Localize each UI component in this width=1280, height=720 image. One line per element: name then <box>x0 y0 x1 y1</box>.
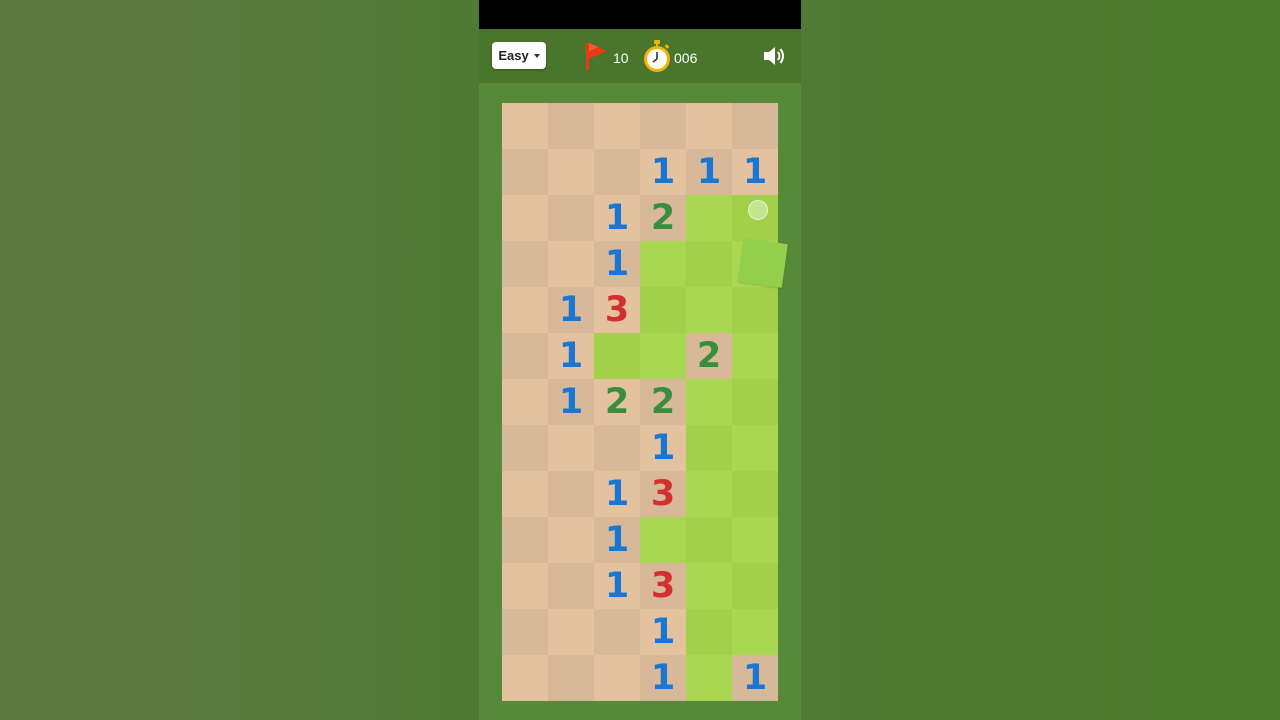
revealed-number-cell: 1 <box>640 609 686 655</box>
revealed-empty-cell <box>548 103 594 149</box>
flag-icon <box>586 43 607 70</box>
revealed-number-cell: 1 <box>594 195 640 241</box>
hidden-cell[interactable] <box>732 517 778 563</box>
revealed-number-cell: 1 <box>594 517 640 563</box>
revealed-number-cell: 1 <box>732 149 778 195</box>
revealed-empty-cell <box>594 655 640 701</box>
revealed-number-cell: 1 <box>548 287 594 333</box>
revealed-empty-cell <box>640 103 686 149</box>
hidden-cell[interactable] <box>732 287 778 333</box>
minefield-board[interactable]: 1111211312122113113111 <box>502 103 778 701</box>
stopwatch-icon <box>644 40 670 72</box>
hidden-cell[interactable] <box>686 195 732 241</box>
hidden-cell[interactable] <box>732 425 778 471</box>
revealed-empty-cell <box>594 609 640 655</box>
revealed-empty-cell <box>548 425 594 471</box>
revealed-number-cell: 3 <box>640 471 686 517</box>
difficulty-label: Easy <box>498 48 529 63</box>
revealed-empty-cell <box>502 103 548 149</box>
revealed-number-cell: 3 <box>594 287 640 333</box>
game-container: Easy 10 006 1111211312122113113111 <box>479 0 801 720</box>
hidden-cell[interactable] <box>686 517 732 563</box>
hidden-cell[interactable] <box>686 287 732 333</box>
revealed-empty-cell <box>502 195 548 241</box>
revealed-empty-cell <box>548 609 594 655</box>
hidden-cell[interactable] <box>732 333 778 379</box>
hidden-cell[interactable] <box>640 333 686 379</box>
revealed-number-cell: 3 <box>640 563 686 609</box>
revealed-empty-cell <box>548 195 594 241</box>
hidden-cell[interactable] <box>640 517 686 563</box>
chevron-down-icon <box>533 53 540 58</box>
revealed-number-cell: 1 <box>640 425 686 471</box>
revealed-empty-cell <box>594 149 640 195</box>
revealed-empty-cell <box>548 241 594 287</box>
revealed-empty-cell <box>502 425 548 471</box>
revealed-number-cell: 2 <box>594 379 640 425</box>
revealed-empty-cell <box>732 103 778 149</box>
hidden-cell[interactable] <box>686 241 732 287</box>
hidden-cell[interactable] <box>686 563 732 609</box>
revealed-empty-cell <box>502 333 548 379</box>
hidden-cell[interactable] <box>640 287 686 333</box>
revealed-empty-cell <box>502 517 548 563</box>
revealed-number-cell: 1 <box>640 149 686 195</box>
revealed-empty-cell <box>548 655 594 701</box>
revealed-number-cell: 1 <box>594 563 640 609</box>
hidden-cell[interactable] <box>640 241 686 287</box>
revealed-number-cell: 2 <box>686 333 732 379</box>
hidden-cell[interactable] <box>686 655 732 701</box>
revealed-empty-cell <box>686 103 732 149</box>
flag-counter: 10 <box>613 50 629 66</box>
revealed-empty-cell <box>502 379 548 425</box>
background-right <box>801 0 1280 720</box>
revealed-empty-cell <box>548 517 594 563</box>
revealed-number-cell: 2 <box>640 379 686 425</box>
revealed-empty-cell <box>502 609 548 655</box>
speaker-icon[interactable] <box>762 45 786 67</box>
revealed-empty-cell <box>502 655 548 701</box>
revealed-empty-cell <box>502 149 548 195</box>
game-header: Easy 10 006 <box>479 29 801 83</box>
timer-display: 006 <box>674 50 698 66</box>
revealed-number-cell: 1 <box>548 333 594 379</box>
hidden-cell[interactable] <box>594 333 640 379</box>
revealed-number-cell: 1 <box>640 655 686 701</box>
hidden-cell[interactable] <box>686 425 732 471</box>
revealed-number-cell: 1 <box>594 241 640 287</box>
revealed-empty-cell <box>548 471 594 517</box>
revealed-empty-cell <box>502 241 548 287</box>
revealed-empty-cell <box>594 425 640 471</box>
background-left <box>0 0 479 720</box>
status-bar <box>479 0 801 29</box>
revealed-number-cell: 1 <box>548 379 594 425</box>
revealed-empty-cell <box>502 471 548 517</box>
difficulty-select[interactable]: Easy <box>492 42 546 69</box>
hidden-cell[interactable] <box>686 379 732 425</box>
flying-tile <box>738 238 788 288</box>
hidden-cell[interactable] <box>732 609 778 655</box>
revealed-number-cell: 2 <box>640 195 686 241</box>
revealed-number-cell: 1 <box>686 149 732 195</box>
hidden-cell[interactable] <box>732 379 778 425</box>
revealed-empty-cell <box>594 103 640 149</box>
revealed-empty-cell <box>548 563 594 609</box>
revealed-empty-cell <box>548 149 594 195</box>
hidden-cell[interactable] <box>732 563 778 609</box>
hidden-cell[interactable] <box>686 471 732 517</box>
hidden-cell[interactable] <box>732 471 778 517</box>
revealed-empty-cell <box>502 287 548 333</box>
click-ripple <box>748 200 768 220</box>
hidden-cell[interactable] <box>686 609 732 655</box>
revealed-empty-cell <box>502 563 548 609</box>
revealed-number-cell: 1 <box>732 655 778 701</box>
revealed-number-cell: 1 <box>594 471 640 517</box>
